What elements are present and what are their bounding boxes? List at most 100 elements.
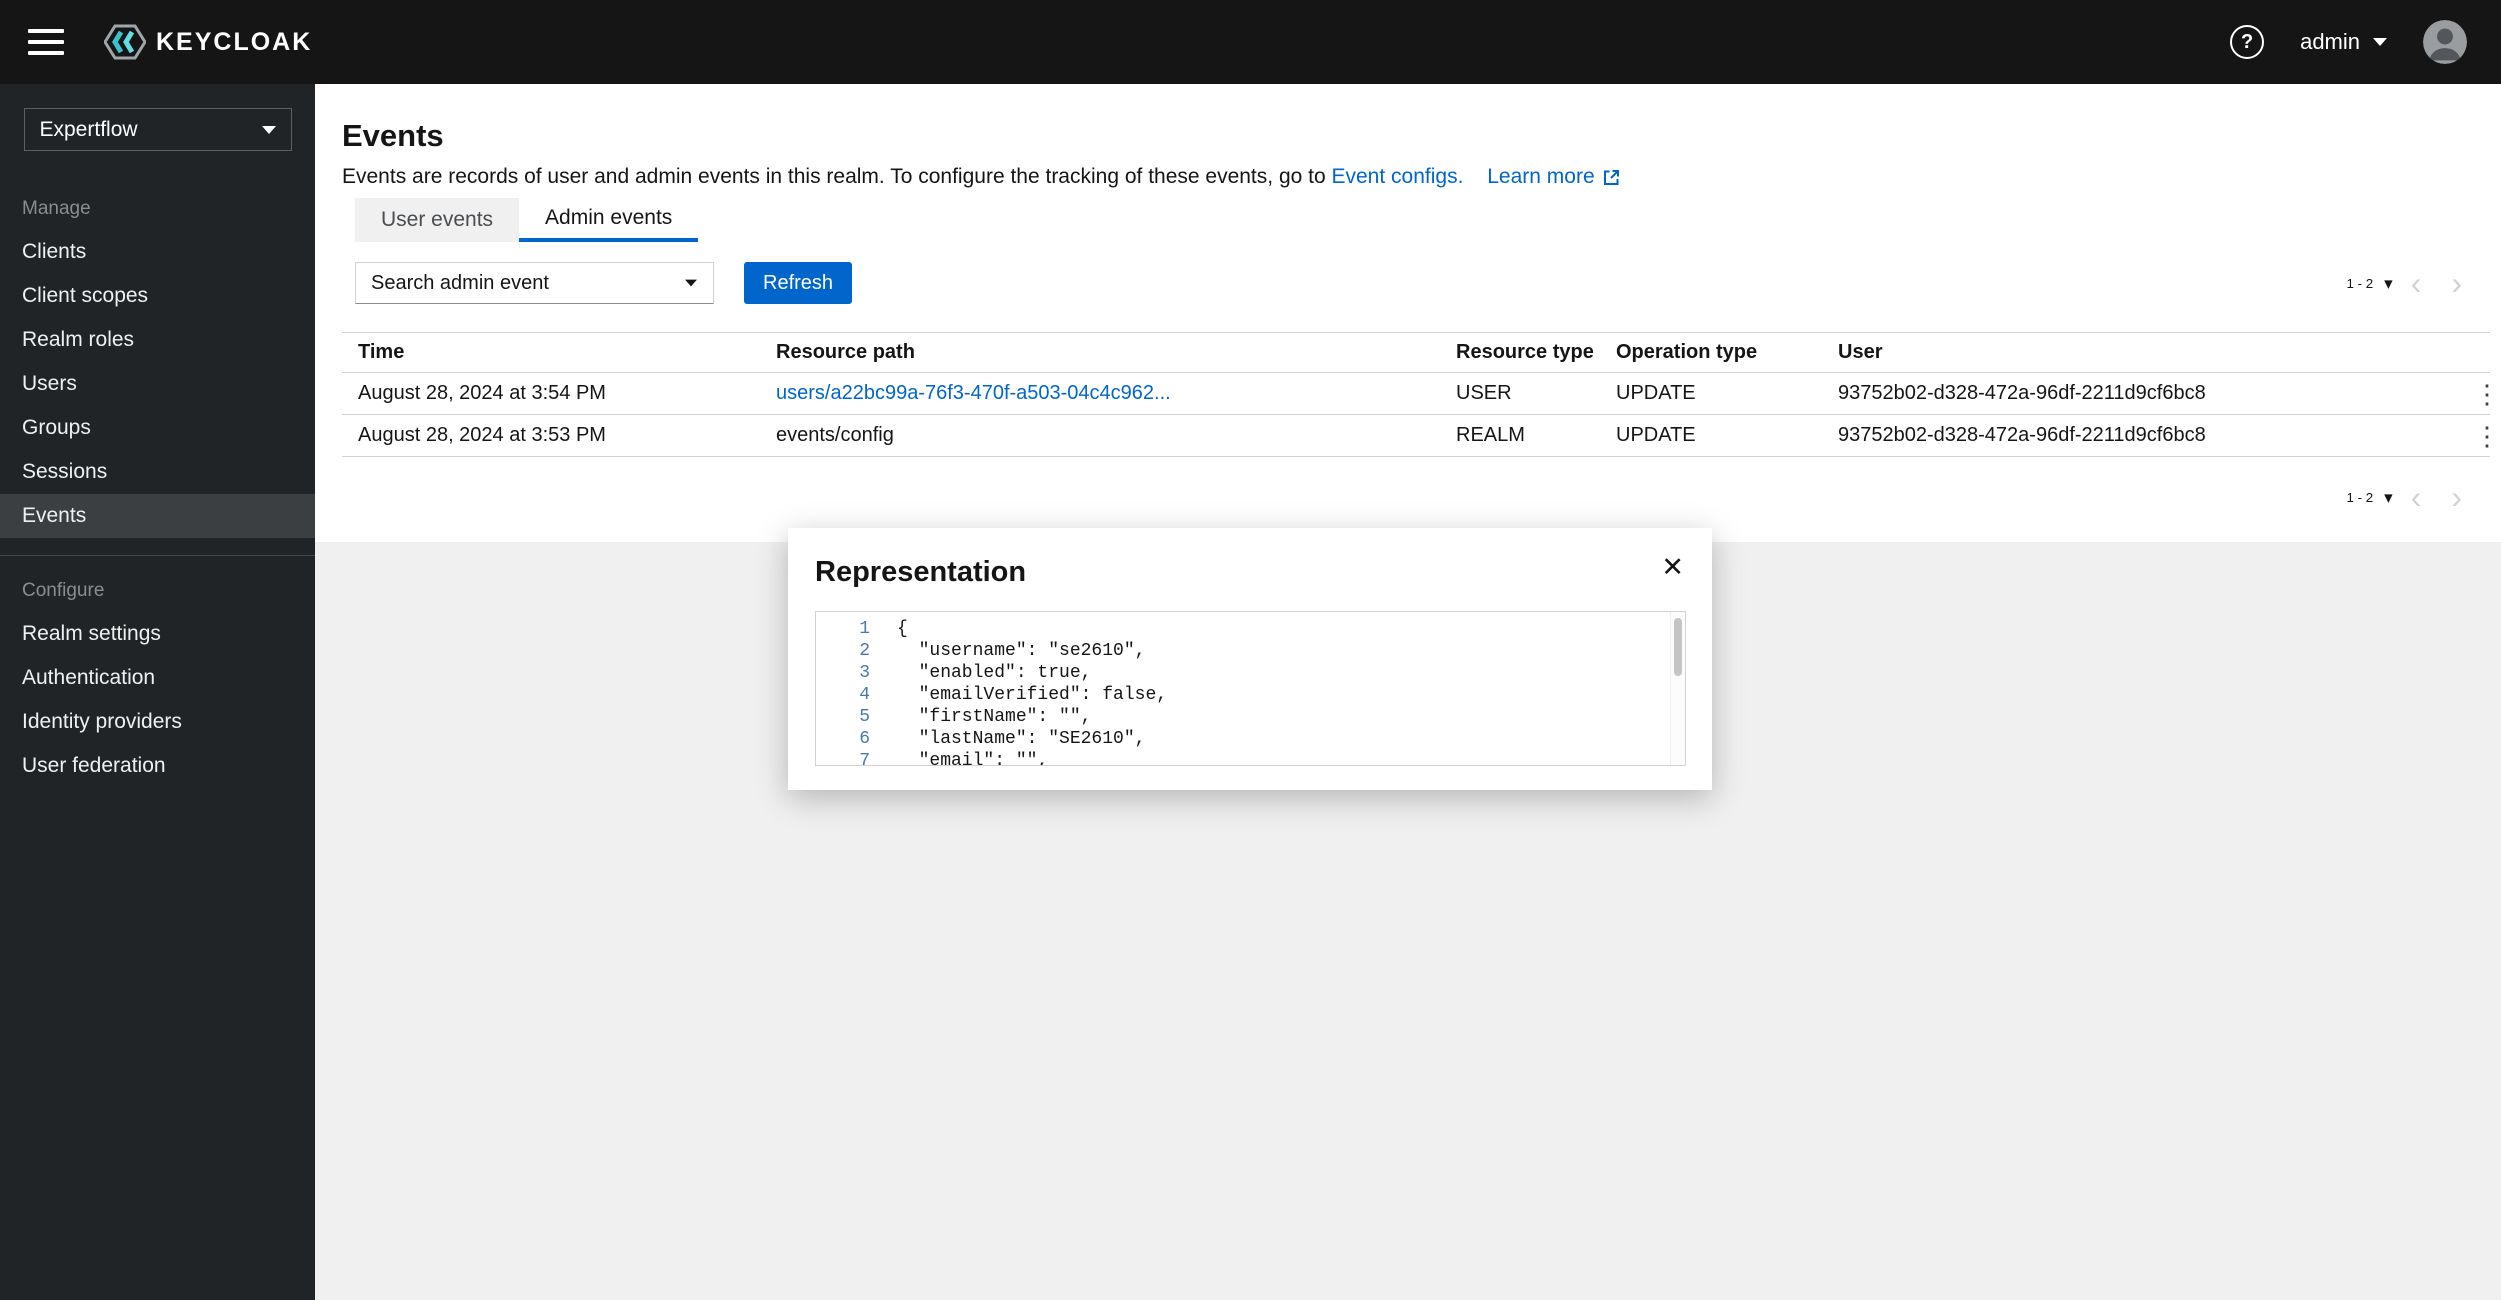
scrollbar-thumb[interactable] <box>1674 618 1682 676</box>
code-line: 6 "lastName": "SE2610", <box>816 728 1685 750</box>
sidebar-item-events[interactable]: Events <box>0 494 315 538</box>
modal-title: Representation <box>815 556 1026 589</box>
pagination-range: 1 - 2 <box>2346 490 2373 505</box>
learn-more-text: Learn more <box>1487 164 1594 190</box>
line-number: 2 <box>816 640 870 662</box>
line-number: 5 <box>816 706 870 728</box>
sidebar-item-users[interactable]: Users <box>0 362 315 406</box>
code-scrollbar[interactable] <box>1670 612 1685 765</box>
keycloak-logo[interactable]: KEYCLOAK <box>104 24 312 60</box>
pagination-range: 1 - 2 <box>2346 276 2373 291</box>
cell-operation-type: UPDATE <box>1600 373 1822 415</box>
event-configs-link[interactable]: Event configs. <box>1332 165 1464 188</box>
pagination-next-button[interactable]: › <box>2439 267 2474 299</box>
cell-time: August 28, 2024 at 3:54 PM <box>342 373 760 415</box>
sidebar-item-realm-roles[interactable]: Realm roles <box>0 318 315 362</box>
search-select-label: Search admin event <box>371 272 549 295</box>
table-header-row: Time Resource path Resource type Operati… <box>342 333 2490 373</box>
kebab-menu-icon[interactable]: ⋮ <box>2466 379 2490 409</box>
code-text: "email": "", <box>870 750 1048 766</box>
menu-icon[interactable] <box>28 29 64 55</box>
toolbar: Search admin event Refresh 1 - 2 ▾ ‹ › <box>355 262 2474 304</box>
code-text: "enabled": true, <box>870 662 1091 684</box>
code-line: 5 "firstName": "", <box>816 706 1685 728</box>
pagination-next-button[interactable]: › <box>2439 481 2474 513</box>
sidebar-item-client-scopes[interactable]: Client scopes <box>0 274 315 318</box>
avatar[interactable] <box>2423 20 2467 64</box>
pagination-bottom: 1 - 2 ▾ ‹ › <box>355 481 2474 513</box>
sidebar-item-authentication[interactable]: Authentication <box>0 656 315 700</box>
pagination-top: 1 - 2 ▾ ‹ › <box>2346 267 2474 299</box>
realm-selector[interactable]: Expertflow <box>24 108 292 151</box>
caret-down-icon <box>262 126 276 134</box>
sidebar-item-sessions[interactable]: Sessions <box>0 450 315 494</box>
sidebar-item-identity-providers[interactable]: Identity providers <box>0 700 315 744</box>
page-description: Events are records of user and admin eve… <box>342 164 2501 190</box>
sidebar-item-groups[interactable]: Groups <box>0 406 315 450</box>
line-number: 1 <box>816 618 870 640</box>
col-resource-type[interactable]: Resource type <box>1440 333 1600 373</box>
line-number: 7 <box>816 750 870 766</box>
tab-admin-events[interactable]: Admin events <box>519 198 698 242</box>
learn-more-link[interactable]: Learn more <box>1487 164 1620 190</box>
events-section: Events Events are records of user and ad… <box>315 84 2501 542</box>
code-text: "lastName": "SE2610", <box>870 728 1145 750</box>
cell-user: 93752b02-d328-472a-96df-2211d9cf6bc8 <box>1822 373 2450 415</box>
nav-section-configure: Configure <box>22 580 315 602</box>
table-row: August 28, 2024 at 3:54 PM users/a22bc99… <box>342 373 2490 415</box>
code-editor[interactable]: 1 { 2 "username": "se2610", 3 "enabled":… <box>815 611 1686 766</box>
col-time[interactable]: Time <box>342 333 760 373</box>
code-text: "firstName": "", <box>870 706 1091 728</box>
pagination-prev-button[interactable]: ‹ <box>2399 481 2434 513</box>
col-resource-path[interactable]: Resource path <box>760 333 1440 373</box>
close-icon[interactable]: ✕ <box>1661 554 1684 581</box>
avatar-icon <box>2423 20 2467 64</box>
resource-path-link[interactable]: users/a22bc99a-76f3-470f-a503-04c4c962..… <box>776 382 1171 404</box>
cell-resource-path: events/config <box>760 415 1440 457</box>
cell-time: August 28, 2024 at 3:53 PM <box>342 415 760 457</box>
sidebar-item-clients[interactable]: Clients <box>0 230 315 274</box>
refresh-button[interactable]: Refresh <box>744 262 852 304</box>
col-user[interactable]: User <box>1822 333 2450 373</box>
pagination-prev-button[interactable]: ‹ <box>2399 267 2434 299</box>
nav-section-manage: Manage <box>22 198 315 220</box>
cell-resource-type: REALM <box>1440 415 1600 457</box>
code-line: 4 "emailVerified": false, <box>816 684 1685 706</box>
pagination-range-toggle[interactable]: 1 - 2 ▾ <box>2346 275 2392 292</box>
masthead: KEYCLOAK ? admin <box>0 0 2501 84</box>
code-line: 2 "username": "se2610", <box>816 640 1685 662</box>
username: admin <box>2300 29 2360 55</box>
cell-operation-type: UPDATE <box>1600 415 1822 457</box>
caret-down-icon <box>685 280 697 287</box>
code-line: 3 "enabled": true, <box>816 662 1685 684</box>
admin-events-table: Time Resource path Resource type Operati… <box>342 332 2490 457</box>
line-number: 3 <box>816 662 870 684</box>
code-text: { <box>870 618 908 640</box>
keycloak-logo-icon <box>104 24 146 60</box>
line-number: 4 <box>816 684 870 706</box>
tabs: User events Admin events <box>355 198 2501 242</box>
tab-user-events[interactable]: User events <box>355 198 519 242</box>
pagination-range-toggle[interactable]: 1 - 2 ▾ <box>2346 489 2392 506</box>
description-text: Events are records of user and admin eve… <box>342 165 1326 188</box>
cell-user: 93752b02-d328-472a-96df-2211d9cf6bc8 <box>1822 415 2450 457</box>
representation-modal: Representation ✕ 1 { 2 "username": "se26… <box>788 528 1712 790</box>
help-icon[interactable]: ? <box>2230 25 2264 59</box>
realm-name: Expertflow <box>40 118 138 142</box>
col-actions <box>2450 333 2490 373</box>
sidebar-item-realm-settings[interactable]: Realm settings <box>0 612 315 656</box>
sidebar-item-user-federation[interactable]: User federation <box>0 744 315 788</box>
sidebar: Expertflow Manage Clients Client scopes … <box>0 84 315 1300</box>
caret-down-icon: ▾ <box>2384 275 2393 292</box>
code-text: "username": "se2610", <box>870 640 1145 662</box>
search-admin-event-select[interactable]: Search admin event <box>355 262 714 304</box>
cell-resource-path: users/a22bc99a-76f3-470f-a503-04c4c962..… <box>760 373 1440 415</box>
col-operation-type[interactable]: Operation type <box>1600 333 1822 373</box>
cell-resource-type: USER <box>1440 373 1600 415</box>
caret-down-icon: ▾ <box>2384 489 2393 506</box>
external-link-icon <box>1602 168 1621 187</box>
kebab-menu-icon[interactable]: ⋮ <box>2466 421 2490 451</box>
brand-text: KEYCLOAK <box>156 28 312 57</box>
page-title: Events <box>342 118 2501 154</box>
user-menu[interactable]: admin <box>2300 29 2387 55</box>
